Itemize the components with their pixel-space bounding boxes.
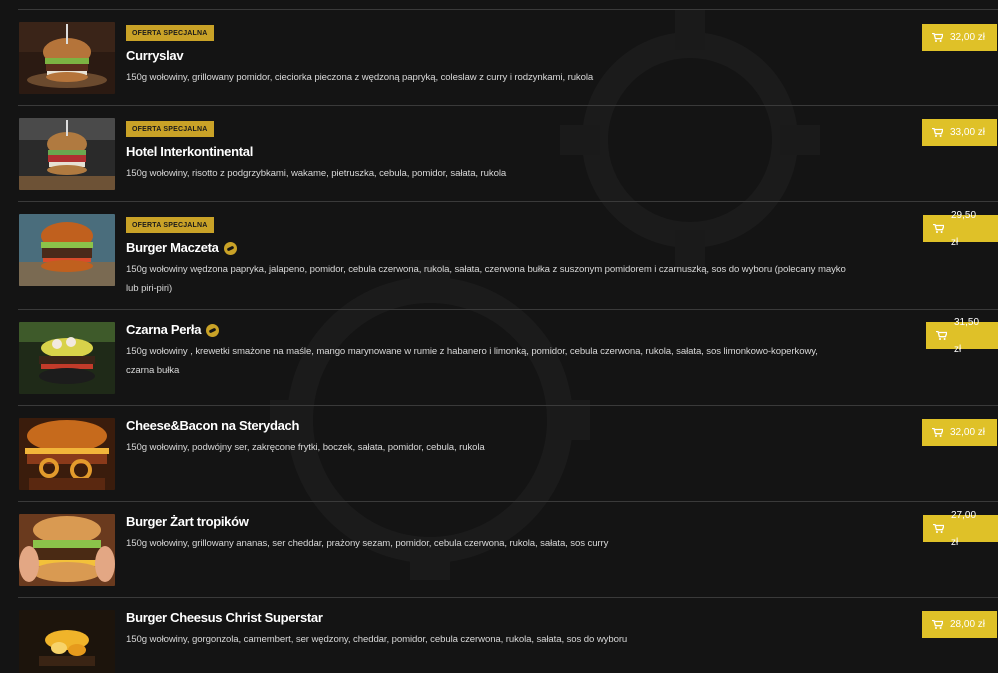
burger-photo[interactable] <box>19 22 115 94</box>
item-info: OFERTA SPECJALNA Curryslav 150g wołowiny… <box>126 22 846 87</box>
item-info: Czarna Perła 150g wołowiny , krewetki sm… <box>126 322 846 380</box>
cart-icon <box>936 331 947 340</box>
spicy-icon <box>206 323 220 337</box>
add-to-cart-button[interactable]: 33,00 zł <box>922 119 998 146</box>
item-info: OFERTA SPECJALNA Burger Maczeta 150g woł… <box>126 214 846 298</box>
price-label: 33,00 zł <box>950 127 986 138</box>
item-description: 150g wołowiny, gorgonzola, camembert, se… <box>126 634 628 645</box>
item-title[interactable]: Burger Żart tropików <box>126 514 846 530</box>
burger-photo[interactable] <box>19 610 115 673</box>
cart-icon <box>932 33 943 42</box>
item-description: 150g wołowiny, podwójny ser, zakręcone f… <box>126 442 485 453</box>
menu-item: Czarna Perła 150g wołowiny , krewetki sm… <box>18 309 998 406</box>
cart-icon <box>933 524 944 533</box>
add-to-cart-button[interactable]: 27,00 zł <box>923 510 998 548</box>
item-title[interactable]: Burger Maczeta <box>126 240 846 256</box>
add-to-cart-button[interactable]: 31,50 zł <box>926 317 998 355</box>
menu-list: OFERTA SPECJALNA Curryslav 150g wołowiny… <box>0 0 998 673</box>
item-title[interactable]: Curryslav <box>126 48 846 64</box>
special-offer-badge: OFERTA SPECJALNA <box>126 121 214 137</box>
cart-icon <box>933 224 944 233</box>
item-description: 150g wołowiny , krewetki smażone na maśl… <box>126 346 818 376</box>
cart-icon <box>932 428 943 437</box>
add-to-cart-button[interactable]: 32,00 zł <box>922 24 998 51</box>
item-description: 150g wołowiny, risotto z podgrzybkami, w… <box>126 168 507 179</box>
price-label: 29,50 zł <box>951 209 977 248</box>
menu-item: OFERTA SPECJALNA Hotel Interkontinental … <box>18 105 998 202</box>
item-title[interactable]: Hotel Interkontinental <box>126 144 846 160</box>
price-label: 27,00 zł <box>951 509 977 548</box>
add-to-cart-button[interactable]: 28,00 zł <box>922 611 998 638</box>
cart-icon <box>932 128 943 137</box>
item-title[interactable]: Cheese&Bacon na Sterydach <box>126 418 846 434</box>
spicy-icon <box>223 241 237 255</box>
menu-item: Burger Cheesus Christ Superstar 150g woł… <box>18 597 998 673</box>
item-info: Burger Cheesus Christ Superstar 150g woł… <box>126 610 846 649</box>
price-label: 32,00 zł <box>950 427 986 438</box>
item-description: 150g wołowiny wędzona papryka, jalapeno,… <box>126 264 846 294</box>
burger-photo[interactable] <box>19 322 115 394</box>
item-info: Burger Żart tropików 150g wołowiny, gril… <box>126 514 846 553</box>
menu-item: OFERTA SPECJALNA Burger Maczeta 150g woł… <box>18 201 998 310</box>
add-to-cart-button[interactable]: 32,00 zł <box>922 419 998 446</box>
price-label: 32,00 zł <box>950 32 986 43</box>
price-label: 28,00 zł <box>950 619 986 630</box>
special-offer-badge: OFERTA SPECJALNA <box>126 217 214 233</box>
price-label: 31,50 zł <box>954 316 980 355</box>
add-to-cart-button[interactable]: 29,50 zł <box>923 210 998 248</box>
item-info: OFERTA SPECJALNA Hotel Interkontinental … <box>126 118 846 183</box>
burger-photo[interactable] <box>19 418 115 490</box>
cart-icon <box>932 620 943 629</box>
item-title[interactable]: Burger Cheesus Christ Superstar <box>126 610 846 626</box>
item-description: 150g wołowiny, grillowany ananas, ser ch… <box>126 538 609 549</box>
menu-item: Burger Żart tropików 150g wołowiny, gril… <box>18 501 998 598</box>
item-title[interactable]: Czarna Perła <box>126 322 846 338</box>
burger-photo[interactable] <box>19 514 115 586</box>
item-description: 150g wołowiny, grillowany pomidor, cieci… <box>126 72 594 83</box>
item-info: Cheese&Bacon na Sterydach 150g wołowiny,… <box>126 418 846 457</box>
menu-item: Cheese&Bacon na Sterydach 150g wołowiny,… <box>18 405 998 502</box>
special-offer-badge: OFERTA SPECJALNA <box>126 25 214 41</box>
menu-item: OFERTA SPECJALNA Curryslav 150g wołowiny… <box>18 9 998 106</box>
burger-photo[interactable] <box>19 118 115 190</box>
burger-photo[interactable] <box>19 214 115 286</box>
